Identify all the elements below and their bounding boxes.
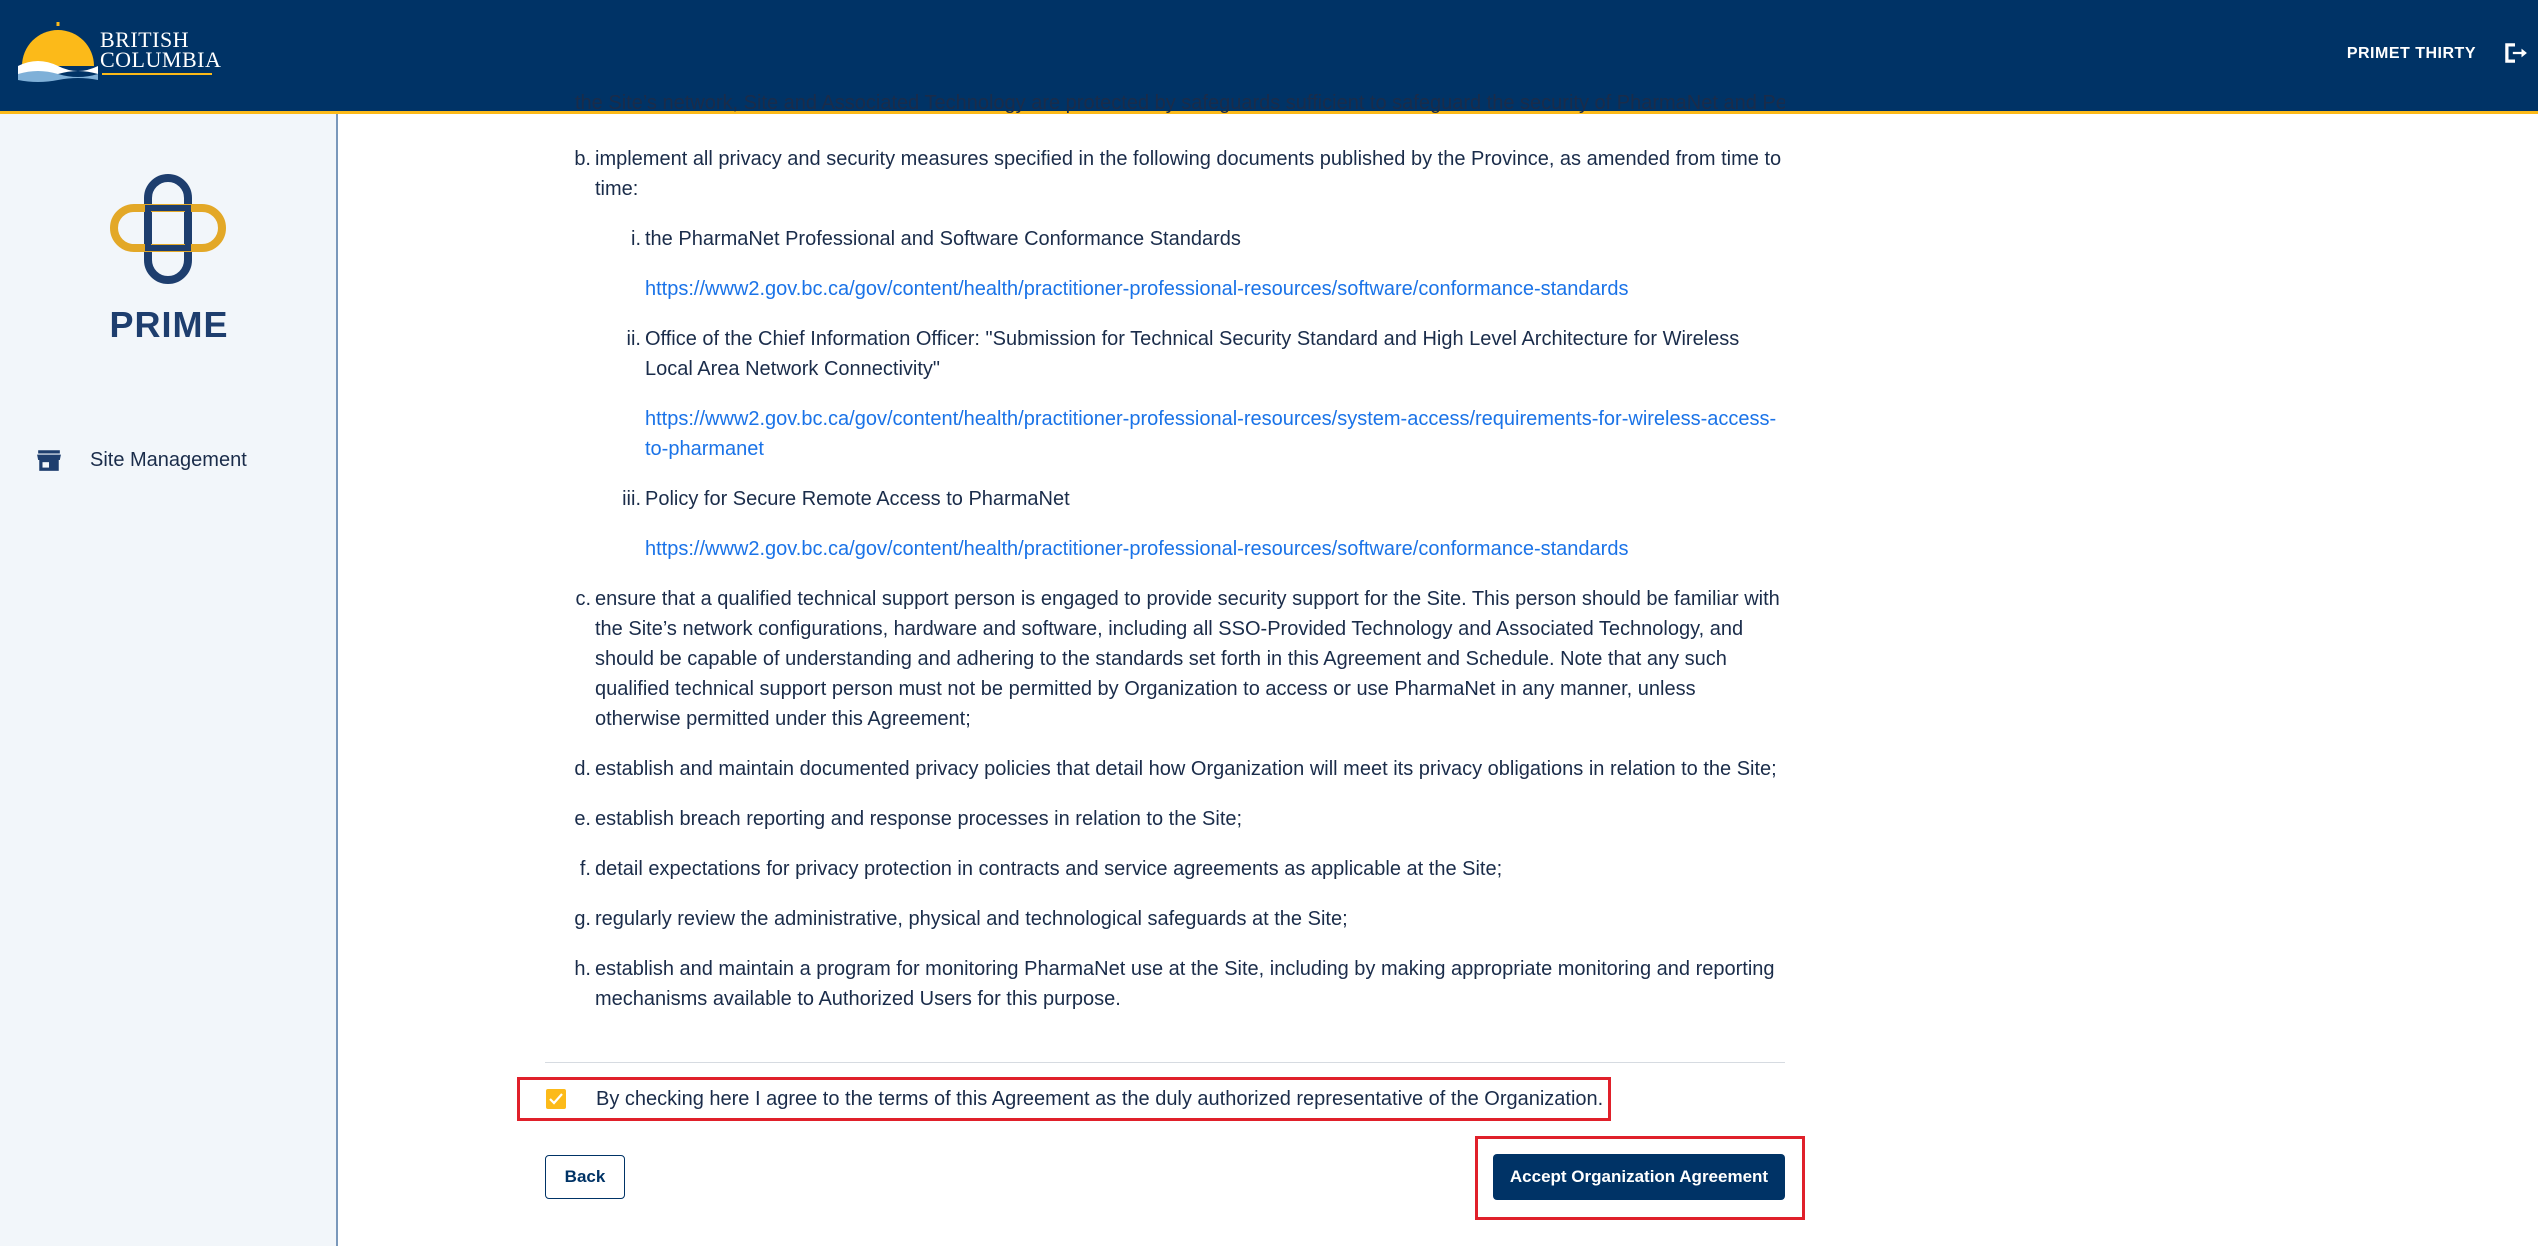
app-title: PRIME — [109, 304, 229, 345]
logout-icon[interactable] — [2502, 40, 2528, 66]
list-item-text: establish and maintain a program for mon… — [595, 958, 1775, 1010]
list-marker: i. — [631, 228, 641, 250]
list-marker: c. — [575, 588, 591, 610]
agreement-partial-line: the Site’s network, Site and Associated … — [575, 92, 1785, 114]
list-item: h. establish and maintain a program for … — [545, 954, 1785, 1014]
sub-list-item-text: Policy for Secure Remote Access to Pharm… — [645, 488, 1070, 510]
list-item-text: implement all privacy and security measu… — [595, 148, 1782, 200]
list-marker: f. — [579, 858, 591, 880]
list-marker: iii. — [622, 488, 641, 510]
sub-list-item: i. the PharmaNet Professional and Softwa… — [595, 224, 1785, 304]
bc-wordmark-underline — [102, 73, 212, 75]
agreement-items: b. implement all privacy and security me… — [545, 144, 1785, 1034]
sub-list: i. the PharmaNet Professional and Softwa… — [595, 224, 1785, 564]
list-marker: e. — [574, 808, 591, 830]
sub-list-item-text: Office of the Chief Information Officer:… — [645, 328, 1740, 380]
prime-logo-icon — [110, 174, 226, 284]
wireless-access-link[interactable]: https://www2.gov.bc.ca/gov/content/healt… — [645, 404, 1785, 464]
sidebar: PRIME Site Management — [0, 114, 338, 1246]
agree-checkbox[interactable] — [546, 1089, 566, 1109]
bc-wordmark-line2: COLUMBIA — [100, 47, 222, 72]
list-marker: g. — [574, 908, 591, 930]
agreement-content: the Site’s network, Site and Associated … — [517, 92, 1805, 1246]
list-item: b. implement all privacy and security me… — [545, 144, 1785, 564]
list-item: e. establish breach reporting and respon… — [545, 804, 1785, 834]
store-icon — [37, 450, 61, 471]
list-item-text: regularly review the administrative, phy… — [595, 908, 1348, 930]
sidebar-item-label: Site Management — [90, 448, 247, 471]
list-marker: ii. — [626, 328, 641, 350]
list-item: c. ensure that a qualified technical sup… — [545, 584, 1785, 734]
user-name: PRIMET THIRTY — [2346, 45, 2476, 62]
list-marker: b. — [574, 148, 591, 170]
conformance-standards-link[interactable]: https://www2.gov.bc.ca/gov/content/healt… — [645, 274, 1785, 304]
bc-wordmark: BRITISH COLUMBIA — [100, 29, 222, 72]
list-marker: d. — [574, 758, 591, 780]
list-item-text: establish and maintain documented privac… — [595, 758, 1777, 780]
accept-button-highlight: Accept Organization Agreement — [1475, 1136, 1805, 1220]
list-item: g. regularly review the administrative, … — [545, 904, 1785, 934]
back-button[interactable]: Back — [545, 1155, 625, 1199]
checkmark-icon — [549, 1093, 563, 1105]
list-item: f. detail expectations for privacy prote… — [545, 854, 1785, 884]
list-item-text: establish breach reporting and response … — [595, 808, 1243, 830]
agree-label: By checking here I agree to the terms of… — [596, 1088, 1604, 1110]
list-marker: h. — [574, 958, 591, 980]
sub-list-item-text: the PharmaNet Professional and Software … — [645, 228, 1241, 250]
list-item-text: ensure that a qualified technical suppor… — [595, 588, 1780, 730]
sidebar-item-site-management[interactable]: Site Management — [36, 440, 316, 480]
list-item-text: detail expectations for privacy protecti… — [595, 858, 1503, 880]
sub-list-item: iii. Policy for Secure Remote Access to … — [595, 484, 1785, 564]
list-item: d. establish and maintain documented pri… — [545, 754, 1785, 784]
accept-organization-agreement-button[interactable]: Accept Organization Agreement — [1493, 1154, 1785, 1200]
divider — [545, 1062, 1785, 1063]
sub-list-item: ii. Office of the Chief Information Offi… — [595, 324, 1785, 464]
remote-access-link[interactable]: https://www2.gov.bc.ca/gov/content/healt… — [645, 534, 1785, 564]
agreement-checkbox-row[interactable]: By checking here I agree to the terms of… — [517, 1077, 1611, 1121]
